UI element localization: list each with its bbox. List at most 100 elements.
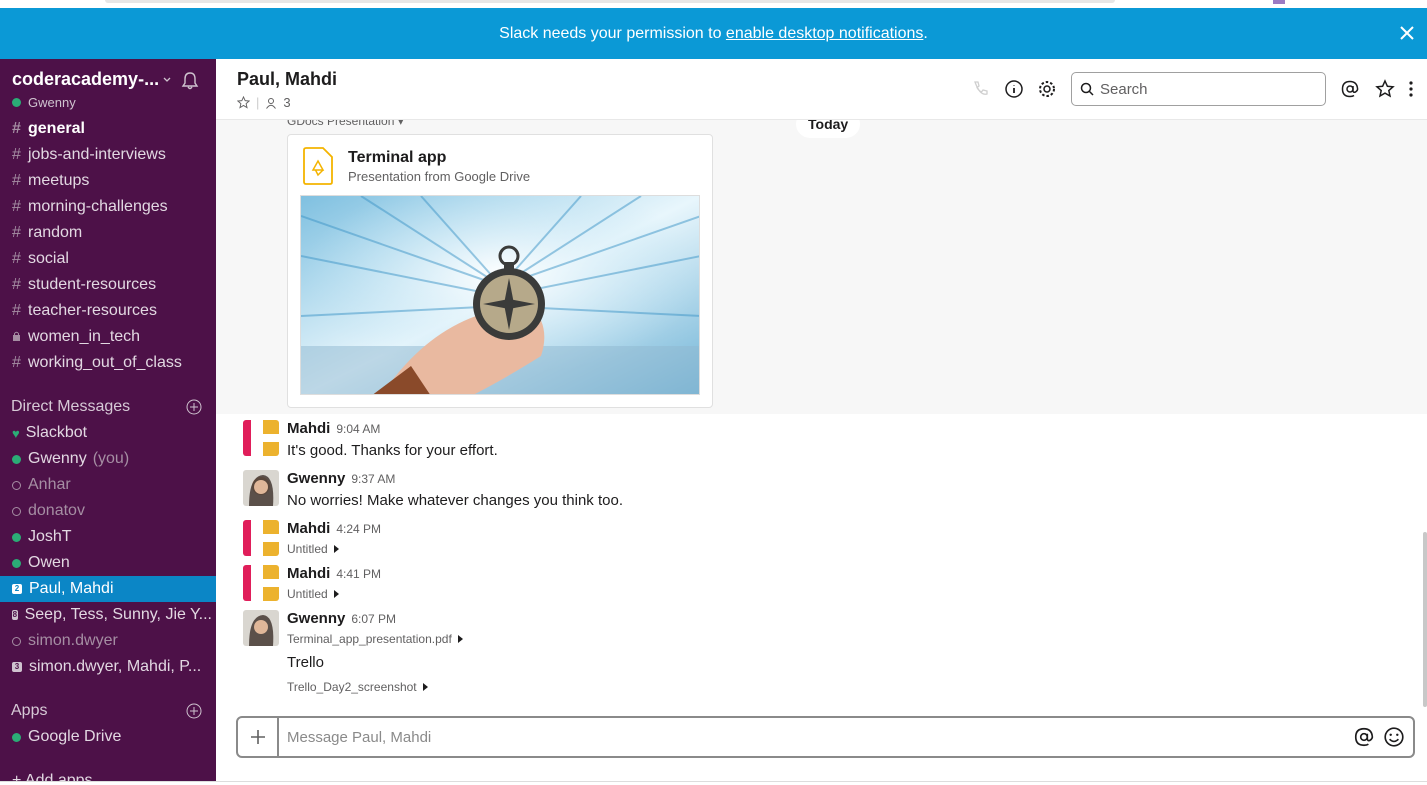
mentions-icon[interactable] [1340, 79, 1360, 99]
avatar[interactable] [243, 565, 279, 601]
dm-paul-mahdi[interactable]: 2 Paul, Mahdi [0, 576, 216, 602]
message-header: Mahdi 9:04 AM [287, 420, 380, 437]
message-header: Mahdi 4:41 PM [287, 565, 381, 582]
mention-icon[interactable] [1353, 726, 1375, 748]
timestamp[interactable]: 6:07 PM [351, 612, 396, 626]
file-attachment[interactable]: Terminal_app_presentation.pdf [287, 632, 463, 646]
plus-icon [250, 730, 265, 744]
member-count[interactable]: 3 [283, 95, 290, 110]
channel-random[interactable]: # random [12, 222, 82, 244]
author-name[interactable]: Gwenny [287, 610, 345, 627]
hash-icon: # [12, 302, 21, 319]
message-header: Gwenny 9:37 AM [287, 470, 395, 487]
team-name[interactable]: coderacademy-... [12, 69, 159, 90]
file-attachment[interactable]: Untitled [287, 587, 339, 601]
notification-banner: Slack needs your permission to enable de… [0, 8, 1427, 59]
channel-social[interactable]: # social [12, 248, 69, 270]
dm-josht[interactable]: JoshT [12, 526, 212, 548]
starred-items-icon[interactable] [1375, 79, 1395, 99]
dm-donatov[interactable]: donatov [12, 500, 212, 522]
channel-student-resources[interactable]: # student-resources [12, 274, 156, 296]
phone-icon[interactable] [970, 79, 990, 99]
file-name: Untitled [287, 587, 328, 601]
timestamp[interactable]: 9:37 AM [351, 472, 395, 486]
channel-label: jobs-and-interviews [28, 146, 166, 163]
dm-slackbot[interactable]: ♥ Slackbot [12, 422, 212, 444]
file-name: Untitled [287, 542, 328, 556]
expand-icon[interactable] [457, 635, 463, 643]
channel-jobs-and-interviews[interactable]: # jobs-and-interviews [12, 144, 166, 166]
dm-group-simon[interactable]: 3 simon.dwyer, Mahdi, P... [12, 656, 212, 678]
message-header: Gwenny 6:07 PM [287, 610, 396, 627]
message-list: GDocs Presentation ▾ Terminal app Presen… [216, 120, 1427, 715]
attachment-title[interactable]: Terminal app [348, 149, 446, 167]
attach-button[interactable] [238, 718, 279, 756]
dm-anhar[interactable]: Anhar [12, 474, 212, 496]
dm-label: donatov [28, 502, 85, 519]
timestamp[interactable]: 4:24 PM [336, 522, 381, 536]
member-count-badge: 8 [12, 610, 18, 620]
channel-teacher-resources[interactable]: # teacher-resources [12, 300, 157, 322]
channel-title: Paul, Mahdi [237, 69, 338, 89]
current-user-name: Gwenny [28, 95, 76, 110]
gdocs-label[interactable]: GDocs Presentation ▾ [287, 120, 404, 128]
add-app-icon[interactable] [186, 703, 202, 719]
add-apps-link[interactable]: + Add apps [12, 770, 212, 781]
author-name[interactable]: Mahdi [287, 420, 330, 437]
gear-icon[interactable] [1037, 79, 1057, 99]
search-icon [1080, 82, 1094, 96]
presentation-thumbnail[interactable] [300, 195, 700, 395]
chevron-down-icon[interactable] [162, 75, 172, 85]
drive-attachment-card[interactable]: Terminal app Presentation from Google Dr… [287, 134, 713, 408]
banner-text: Slack needs your permission to [499, 24, 722, 42]
channel-meetups[interactable]: # meetups [12, 170, 89, 192]
apps-heading[interactable]: Apps [11, 702, 47, 720]
message-input[interactable] [279, 728, 1353, 746]
file-attachment[interactable]: Trello_Day2_screenshot [287, 680, 428, 694]
search-input[interactable] [1100, 80, 1310, 98]
author-name[interactable]: Mahdi [287, 520, 330, 537]
star-icon[interactable] [237, 96, 250, 109]
more-menu-icon[interactable] [1406, 79, 1416, 99]
channel-general[interactable]: # general [12, 118, 85, 140]
avatar[interactable] [243, 420, 279, 456]
timestamp[interactable]: 4:41 PM [336, 567, 381, 581]
channel-working-out-of-class[interactable]: # working_out_of_class [12, 352, 182, 374]
dm-simon-dwyer[interactable]: simon.dwyer [12, 630, 212, 652]
banner-suffix: . [923, 24, 928, 42]
dm-label: Owen [28, 554, 70, 571]
avatar[interactable] [243, 520, 279, 556]
dm-label: Seep, Tess, Sunny, Jie Y... [24, 606, 212, 623]
heart-icon: ♥ [12, 425, 20, 441]
expand-icon[interactable] [422, 683, 428, 691]
app-google-drive[interactable]: Google Drive [12, 726, 212, 748]
member-icon[interactable] [265, 97, 277, 109]
dm-group-seep[interactable]: 8 Seep, Tess, Sunny, Jie Y... [12, 604, 212, 626]
channel-label: morning-challenges [28, 198, 168, 215]
add-dm-icon[interactable] [186, 399, 202, 415]
dm-owen[interactable]: Owen [12, 552, 212, 574]
expand-icon[interactable] [333, 590, 339, 598]
channel-women-in-tech[interactable]: women_in_tech [12, 326, 140, 348]
expand-icon[interactable] [333, 545, 339, 553]
direct-messages-heading[interactable]: Direct Messages [11, 398, 130, 416]
enable-notifications-link[interactable]: enable desktop notifications [726, 25, 923, 43]
emoji-icon[interactable] [1383, 726, 1405, 748]
presence-online-icon [12, 732, 21, 742]
dm-label: Slackbot [25, 424, 88, 441]
info-icon[interactable] [1004, 79, 1024, 99]
search-box[interactable] [1071, 72, 1326, 106]
scrollbar[interactable] [1423, 532, 1427, 707]
author-name[interactable]: Gwenny [287, 470, 345, 487]
bell-icon[interactable] [180, 71, 200, 91]
timestamp[interactable]: 9:04 AM [336, 422, 380, 436]
avatar[interactable] [243, 610, 279, 646]
channel-header: Paul, Mahdi | 3 [216, 59, 1427, 120]
channel-morning-challenges[interactable]: # morning-challenges [12, 196, 168, 218]
author-name[interactable]: Mahdi [287, 565, 330, 582]
dm-gwenny[interactable]: Gwenny (you) [12, 448, 212, 470]
meta-divider: | [256, 95, 260, 110]
file-attachment[interactable]: Untitled [287, 542, 339, 556]
avatar[interactable] [243, 470, 279, 506]
close-icon[interactable] [1395, 21, 1419, 45]
